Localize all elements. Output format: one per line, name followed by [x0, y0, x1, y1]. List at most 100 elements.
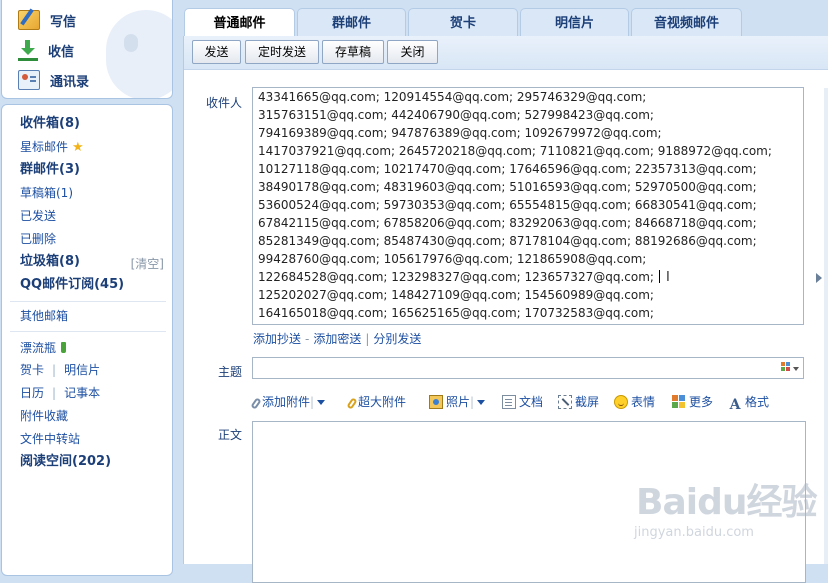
- emoticon-button[interactable]: 表情: [614, 392, 655, 412]
- right-side-strip: [824, 88, 828, 564]
- folder-sidebar: 收件箱(8) 星标邮件 ★ 群邮件(3) 草稿箱(1) 已发送 已删除 垃圾箱(8…: [1, 104, 173, 576]
- compose-toolbar: 发送 定时发送 存草稿 关闭: [184, 36, 828, 70]
- recipients-field[interactable]: 43341665@qq.com; 120914554@qq.com; 29574…: [252, 87, 804, 325]
- photo-button[interactable]: 照片|: [429, 392, 486, 412]
- expand-arrow-icon[interactable]: [816, 273, 822, 283]
- tab-group-mail[interactable]: 群邮件: [297, 8, 406, 36]
- cc-links: 添加抄送 - 添加密送 | 分别发送: [253, 332, 422, 346]
- download-icon: [18, 39, 38, 61]
- quick-actions-panel: 写信 收信 通讯录: [1, 0, 173, 99]
- recipient-line: 164165018@qq.com; 165625165@qq.com; 1707…: [258, 306, 654, 320]
- sidebar-item-deleted[interactable]: 已删除: [20, 229, 56, 249]
- contacts-label: 通讯录: [50, 74, 90, 90]
- sidebar-item-drafts[interactable]: 草稿箱(1): [20, 183, 73, 203]
- sidebar-item-qq-subscriptions[interactable]: QQ邮件订阅(45): [20, 275, 124, 295]
- sidebar-item-sent[interactable]: 已发送: [20, 206, 56, 226]
- close-button[interactable]: 关闭: [387, 40, 438, 64]
- photo-label: 照片: [446, 395, 471, 409]
- recipient-line: 53600524@qq.com; 59730353@qq.com; 655548…: [258, 198, 757, 212]
- tab-postcard[interactable]: 明信片: [520, 8, 629, 36]
- recipient-line: 125202027@qq.com; 148427109@qq.com; 1545…: [258, 288, 654, 302]
- tab-video-mail[interactable]: 音视频邮件: [631, 8, 742, 36]
- text-caret: [658, 270, 660, 283]
- more-button[interactable]: 更多: [672, 392, 713, 412]
- contacts-button[interactable]: 通讯录: [18, 67, 89, 93]
- more-label: 更多: [689, 395, 714, 409]
- drift-bottle-label: 漂流瓶: [20, 341, 57, 355]
- emoticon-label: 表情: [631, 395, 656, 409]
- starred-label: 星标邮件: [20, 140, 69, 154]
- sidebar-item-drift-bottle[interactable]: 漂流瓶: [20, 338, 67, 358]
- sidebar-item-reading-space[interactable]: 阅读空间(202): [20, 452, 111, 472]
- recipient-line: 85281349@qq.com; 85487430@qq.com; 871781…: [258, 234, 757, 248]
- smiley-icon: [614, 395, 628, 409]
- large-attachment-button[interactable]: 超大附件: [346, 392, 407, 412]
- sidebar-item-calendar[interactable]: 日历: [20, 386, 44, 400]
- large-attachment-label: 超大附件: [358, 395, 407, 409]
- paperclip-icon: [250, 397, 262, 410]
- message-body-editor[interactable]: [252, 421, 806, 583]
- recipient-line: 10127118@qq.com; 10217470@qq.com; 176465…: [258, 162, 757, 176]
- recipient-line-text: 122684528@qq.com; 123298327@qq.com; 1236…: [258, 270, 654, 284]
- separate-send-link[interactable]: 分别发送: [373, 332, 421, 346]
- sidebar-divider: [10, 331, 166, 332]
- qq-penguin-decoration: [106, 10, 172, 98]
- send-button[interactable]: 发送: [192, 40, 241, 64]
- document-icon: [502, 395, 516, 409]
- ibeam-cursor-icon: I: [665, 270, 670, 285]
- sidebar-row-cards: 贺卡 | 明信片: [20, 363, 101, 377]
- recipient-line-active: 122684528@qq.com; 123298327@qq.com; 1236…: [253, 268, 803, 286]
- star-icon: ★: [72, 140, 84, 155]
- screenshot-button[interactable]: 截屏: [558, 392, 599, 412]
- sidebar-item-notebook[interactable]: 记事本: [64, 386, 100, 400]
- write-icon: [18, 10, 40, 30]
- write-mail-button[interactable]: 写信: [18, 7, 76, 33]
- more-grid-icon: [672, 395, 686, 409]
- chevron-down-icon[interactable]: [793, 367, 799, 371]
- document-button[interactable]: 文档: [502, 392, 543, 412]
- sidebar-item-group-mail[interactable]: 群邮件(3): [20, 160, 80, 180]
- add-attachment-button[interactable]: 添加附件|: [250, 392, 326, 412]
- subject-label: 主题: [218, 365, 243, 379]
- receive-mail-button[interactable]: 收信: [18, 37, 74, 63]
- compose-panel: 发送 定时发送 存草稿 关闭 收件人 43341665@qq.com; 1209…: [183, 36, 828, 583]
- screenshot-label: 截屏: [575, 395, 600, 409]
- sidebar-item-file-transfer[interactable]: 文件中转站: [20, 429, 80, 449]
- stationery-grid-icon[interactable]: [781, 362, 790, 371]
- receive-mail-label: 收信: [48, 44, 75, 60]
- format-label: 格式: [745, 395, 770, 409]
- subject-input[interactable]: [252, 357, 804, 379]
- add-cc-link[interactable]: 添加抄送: [253, 332, 301, 346]
- tab-greeting-card[interactable]: 贺卡: [408, 8, 518, 36]
- add-attachment-label: 添加附件: [262, 395, 311, 409]
- tab-normal-mail[interactable]: 普通邮件: [184, 8, 295, 37]
- body-label: 正文: [218, 428, 243, 442]
- sidebar-item-postcard[interactable]: 明信片: [64, 363, 100, 377]
- recipient-line: 794169389@qq.com; 947876389@qq.com; 1092…: [258, 126, 662, 140]
- sidebar-item-inbox[interactable]: 收件箱(8): [20, 114, 80, 134]
- scheduled-send-button[interactable]: 定时发送: [245, 40, 319, 64]
- sidebar-item-spam[interactable]: 垃圾箱(8): [20, 252, 80, 272]
- sidebar-item-attachment-favorites[interactable]: 附件收藏: [20, 406, 68, 426]
- sidebar-item-greeting-card[interactable]: 贺卡: [20, 363, 44, 377]
- recipient-line: 99428760@qq.com; 105617976@qq.com; 12186…: [258, 252, 647, 266]
- chevron-down-icon: [317, 400, 326, 405]
- save-draft-button[interactable]: 存草稿: [322, 40, 384, 64]
- scissors-icon: [558, 395, 572, 409]
- add-bcc-link[interactable]: 添加密送: [313, 332, 361, 346]
- recipients-label: 收件人: [206, 96, 243, 110]
- format-button[interactable]: A 格式: [728, 392, 769, 412]
- recipient-line: 67842115@qq.com; 67858206@qq.com; 832920…: [258, 216, 757, 230]
- sidebar-row-calendar: 日历 | 记事本: [20, 386, 101, 400]
- recipient-line: 43341665@qq.com; 120914554@qq.com; 29574…: [258, 90, 647, 104]
- write-mail-label: 写信: [50, 14, 77, 30]
- sidebar-divider: [10, 301, 166, 302]
- clear-spam-link[interactable]: [清空]: [131, 255, 164, 272]
- sidebar-item-starred[interactable]: 星标邮件 ★: [20, 137, 84, 157]
- format-letter-icon: A: [729, 397, 741, 413]
- photo-icon: [429, 395, 443, 409]
- chevron-down-icon: [477, 400, 486, 405]
- contacts-card-icon: [18, 70, 40, 90]
- sidebar-item-other-mailbox[interactable]: 其他邮箱: [20, 306, 68, 326]
- recipient-line: 315763151@qq.com; 442406790@qq.com; 5279…: [258, 108, 654, 122]
